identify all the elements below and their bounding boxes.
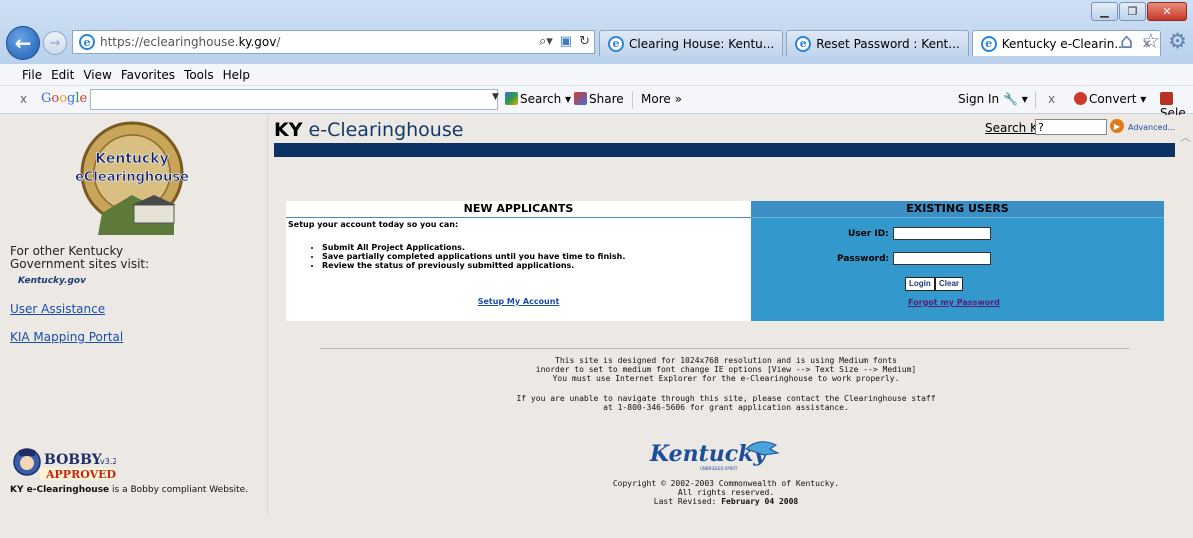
- resolution-notice: This site is designed for 1024x768 resol…: [535, 356, 917, 383]
- menu-tools[interactable]: Tools: [184, 68, 214, 82]
- user-id-label: User ID:: [848, 229, 889, 239]
- home-icon[interactable]: ⌂: [1120, 29, 1133, 53]
- convert-button[interactable]: Convert ▾: [1074, 92, 1146, 106]
- go-arrow-icon[interactable]: ▶: [1110, 119, 1124, 133]
- menu-help[interactable]: Help: [223, 68, 250, 82]
- ie-tab-icon: e: [608, 35, 624, 52]
- kentucky-gov-logo[interactable]: Kentucky.gov: [18, 276, 86, 286]
- forward-arrow-icon[interactable]: →: [43, 31, 67, 55]
- google-search-icon: [505, 92, 518, 105]
- new-applicants-header: NEW APPLICANTS: [286, 201, 751, 218]
- more-button[interactable]: More »: [641, 92, 682, 106]
- other-sites-text: For other Kentucky Government sites visi…: [10, 244, 150, 271]
- ie-tab-icon: e: [980, 35, 997, 52]
- google-toolbar: x Google ▼ Search ▾ Share More » Sign In…: [0, 86, 1193, 120]
- menu-view[interactable]: View: [83, 68, 111, 82]
- list-item: Save partially completed applications un…: [322, 252, 751, 261]
- advanced-search-link[interactable]: Advanced...: [1128, 123, 1175, 132]
- close-icon[interactable]: ✕: [1147, 2, 1187, 21]
- share-button[interactable]: Share: [574, 92, 624, 106]
- favorites-star-icon[interactable]: ☆: [1141, 29, 1160, 53]
- url-suffix: /: [276, 35, 281, 49]
- menu-file[interactable]: File: [22, 68, 42, 82]
- user-id-input[interactable]: [893, 227, 991, 240]
- clear-button[interactable]: Clear: [935, 277, 964, 291]
- gear-icon[interactable]: ⚙: [1168, 29, 1187, 53]
- share-icon: [574, 92, 587, 105]
- bobby-label: BOBBY: [44, 452, 103, 468]
- tab-strip: e Clearing House: Kentu... e Reset Passw…: [599, 30, 1164, 56]
- contact-notice: If you are unable to navigate through th…: [516, 394, 936, 412]
- kia-mapping-portal-link[interactable]: KIA Mapping Portal: [10, 330, 123, 344]
- separator: [632, 91, 633, 109]
- ky-logo-tagline: UNBRIDLED SPIRIT: [700, 466, 738, 471]
- browser-icons: ⌂ ☆ ⚙: [1120, 29, 1187, 53]
- tab-label: Reset Password : Kent...: [816, 36, 960, 51]
- search-ky-input[interactable]: [1035, 119, 1107, 135]
- scroll-up-icon[interactable]: ︿: [1180, 129, 1191, 145]
- toolbar-close-icon[interactable]: x: [1048, 92, 1055, 106]
- bobby-compliant-text: KY e-Clearinghouse is a Bobby compliant …: [10, 485, 249, 495]
- web-page: Kentucky eClearinghouse For other Kentuc…: [0, 115, 1193, 538]
- benefits-list: Submit All Project Applications. Save pa…: [322, 243, 751, 270]
- compatibility-icon[interactable]: ▣: [560, 34, 572, 49]
- password-label: Password:: [837, 254, 890, 264]
- navigation-row: ← → e https://eclearinghouse. ky.gov / ⌕▾ …: [0, 24, 1193, 62]
- existing-users-section: EXISTING USERS User ID: Password: Login …: [751, 201, 1164, 321]
- bobby-approved: APPROVED: [45, 468, 116, 481]
- sign-in-button[interactable]: Sign In 🔧 ▾: [958, 92, 1028, 106]
- copyright-notice: Copyright © 2002-2003 Commonwealth of Ke…: [612, 479, 840, 506]
- address-tools: ⌕▾ ▣ ↻: [539, 34, 590, 49]
- search-icon[interactable]: ⌕▾: [539, 34, 553, 49]
- forgot-password-link[interactable]: Forgot my Password: [908, 298, 1000, 307]
- account-panel: NEW APPLICANTS Setup your account today …: [286, 201, 1164, 321]
- browser-titlebar: ▁ ❐ ✕ ← → e https://eclearinghouse. ky.go…: [0, 0, 1193, 64]
- address-bar[interactable]: e https://eclearinghouse. ky.gov / ⌕▾ ▣ ↻: [72, 30, 595, 54]
- select-icon: [1160, 92, 1173, 105]
- separator: [1035, 91, 1036, 109]
- menu-favorites[interactable]: Favorites: [121, 68, 175, 82]
- restore-icon[interactable]: ❐: [1119, 2, 1146, 21]
- google-logo: Google: [41, 91, 88, 106]
- new-applicants-intro: Setup your account today so you can:: [288, 220, 459, 229]
- ie-page-icon: e: [79, 34, 95, 50]
- convert-icon: [1074, 92, 1087, 105]
- back-arrow-icon[interactable]: ←: [6, 26, 40, 60]
- existing-users-header: EXISTING USERS: [751, 201, 1164, 218]
- seal-text-kentucky: Kentucky: [95, 151, 168, 167]
- tab-reset-password[interactable]: e Reset Password : Kent...: [786, 30, 969, 56]
- user-assistance-link[interactable]: User Assistance: [10, 302, 105, 316]
- list-item: Review the status of previously submitte…: [322, 261, 751, 270]
- seal-text-eclearinghouse: eClearinghouse: [75, 170, 189, 185]
- ie-tab-icon: e: [795, 35, 812, 52]
- dropdown-arrow-icon[interactable]: ▼: [492, 92, 499, 102]
- google-search-button[interactable]: Search ▾: [505, 92, 571, 106]
- window-controls: ▁ ❐ ✕: [1090, 2, 1187, 21]
- bobby-version: v3.2: [100, 457, 116, 466]
- refresh-icon[interactable]: ↻: [579, 34, 590, 49]
- tab-clearing-house[interactable]: e Clearing House: Kentu...: [599, 30, 784, 56]
- tab-label: Clearing House: Kentu...: [629, 36, 775, 51]
- url-domain: ky.gov: [238, 35, 277, 49]
- menu-edit[interactable]: Edit: [51, 68, 74, 82]
- left-navigation: Kentucky eClearinghouse For other Kentuc…: [0, 115, 268, 515]
- divider: [320, 348, 1130, 349]
- kentucky-seal-logo: Kentucky eClearinghouse: [62, 117, 202, 239]
- header-bar: [274, 143, 1175, 157]
- toolbar-close-icon[interactable]: x: [20, 92, 27, 106]
- menu-bar: File Edit View Favorites Tools Help: [0, 64, 1193, 86]
- login-button[interactable]: Login: [905, 277, 935, 291]
- google-search-input[interactable]: [90, 89, 498, 110]
- setup-my-account-link[interactable]: Setup My Account: [286, 297, 751, 306]
- bobby-approved-badge[interactable]: BOBBY v3.2 APPROVED: [10, 446, 116, 482]
- page-title: KY e-Clearinghouse: [274, 119, 464, 141]
- new-applicants-section: NEW APPLICANTS Setup your account today …: [286, 201, 751, 321]
- url-prefix: https://eclearinghouse.: [100, 35, 239, 49]
- password-input[interactable]: [893, 252, 991, 265]
- kentucky-unbridled-spirit-logo[interactable]: Kentucky UNBRIDLED SPIRIT: [646, 437, 786, 473]
- list-item: Submit All Project Applications.: [322, 243, 751, 252]
- minimize-icon[interactable]: ▁: [1091, 2, 1118, 21]
- tab-label: Kentucky e-Clearin...: [1001, 36, 1126, 51]
